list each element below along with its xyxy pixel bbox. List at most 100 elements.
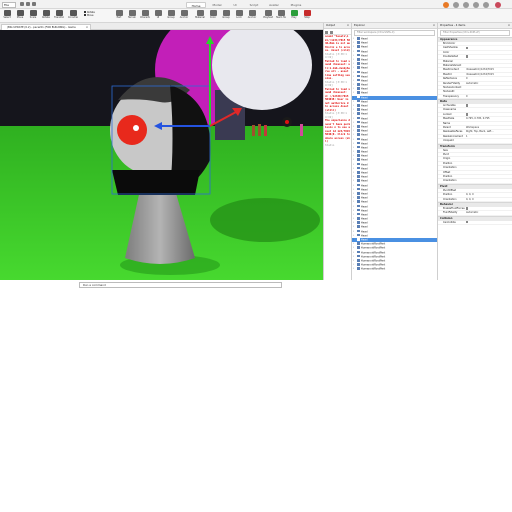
expand-chevron-icon[interactable]: › [353, 267, 354, 271]
property-checkbox[interactable] [466, 220, 469, 224]
transform-tool-button[interactable]: Transform [54, 10, 64, 22]
property-value[interactable] [466, 51, 512, 54]
property-name: ResizeIncrement [443, 134, 463, 138]
share-icon[interactable] [453, 1, 459, 8]
help-icon[interactable] [473, 1, 479, 8]
playtest-button[interactable]: Playtest [263, 10, 273, 22]
property-value[interactable]: 0 [466, 77, 512, 80]
property-value[interactable] [466, 42, 512, 45]
group-button[interactable]: Group [166, 10, 176, 22]
property-value[interactable]: 1 [466, 135, 512, 138]
property-checkbox[interactable] [466, 55, 469, 58]
property-value[interactable] [466, 113, 512, 116]
redo-icon[interactable] [26, 2, 30, 6]
property-value[interactable]: 0, 0, 0 [466, 198, 512, 201]
property-value[interactable]: Automatic [466, 211, 512, 214]
close-icon[interactable]: × [347, 23, 349, 29]
output-log-line: sound "Assets\i ml//1234/7015 5040-Hmm i… [325, 35, 350, 52]
property-value[interactable]: 0.795, 0.795, 0.795 [466, 117, 512, 120]
property-row[interactable]: CanCollide [438, 220, 512, 226]
property-value[interactable] [466, 162, 512, 165]
property-value[interactable] [466, 122, 512, 125]
tab-avatar[interactable]: Avatar [265, 2, 283, 8]
command-bar-input[interactable]: Run a command [79, 282, 282, 288]
property-value[interactable] [466, 104, 512, 107]
3d-viewport[interactable] [0, 30, 323, 280]
property-value[interactable] [466, 157, 512, 160]
clear-output-icon[interactable] [325, 30, 328, 34]
tab-plugins[interactable]: Plugins [285, 2, 307, 8]
scale-tool-button[interactable]: Scale [28, 10, 38, 22]
avatar[interactable] [495, 1, 501, 8]
meshpart-icon [357, 238, 360, 241]
property-value[interactable] [466, 86, 512, 89]
play-button[interactable]: Play [289, 10, 299, 22]
property-value[interactable]: rbxassetid://1234/7015 [466, 73, 512, 76]
property-value[interactable]: Right, Top, Back, Left... [466, 130, 512, 133]
snap-move-toggle[interactable]: Move [84, 14, 108, 17]
property-value[interactable] [466, 64, 512, 67]
select-tool-button[interactable]: Select [2, 10, 12, 22]
tab-home[interactable]: Home [186, 1, 206, 8]
property-name: Orientation [443, 179, 457, 183]
explorer-tree-item-label: Head [360, 49, 368, 53]
stop-button[interactable]: Stop [302, 10, 312, 22]
property-value[interactable] [466, 108, 512, 111]
anchor2-button[interactable]: Anchor [247, 10, 257, 22]
distant-figure [258, 124, 261, 136]
property-value[interactable] [466, 207, 512, 210]
property-value[interactable]: 0 [466, 95, 512, 98]
ui-button[interactable]: UI [153, 10, 163, 22]
color-button[interactable]: Color [208, 10, 218, 22]
constraints-tool-button[interactable]: Constraints [68, 10, 78, 22]
tab-script[interactable]: Script [245, 2, 263, 8]
property-value[interactable]: Workspace [466, 126, 512, 129]
property-value[interactable]: 0, 0, 0 [466, 193, 512, 196]
file-menu-button[interactable]: File [2, 1, 16, 8]
tab-ui[interactable]: UI [228, 2, 242, 8]
property-value[interactable] [466, 175, 512, 178]
property-value[interactable] [466, 179, 512, 182]
property-value[interactable] [466, 60, 512, 63]
property-checkbox[interactable] [466, 113, 469, 116]
property-value[interactable] [466, 189, 512, 192]
team-test-button[interactable]: Team Test [276, 10, 286, 22]
more-icon[interactable] [32, 2, 36, 6]
explorer-filter-input[interactable]: Filter workspace (Ctrl+Shift+X) [354, 30, 435, 36]
rotate-tool-button[interactable]: Rotate [41, 10, 51, 22]
property-checkbox[interactable] [466, 104, 469, 107]
lock-button[interactable]: Lock [234, 10, 244, 22]
property-value[interactable] [466, 171, 512, 174]
part-button[interactable]: Part [114, 10, 124, 22]
close-icon[interactable]: × [508, 23, 510, 29]
anchor-button[interactable]: Anchor [179, 10, 189, 22]
character-button[interactable]: Character [140, 10, 150, 22]
group2-button[interactable]: Group [221, 10, 231, 22]
close-icon[interactable]: × [433, 23, 435, 29]
property-value[interactable] [466, 139, 512, 142]
property-checkbox[interactable] [466, 46, 469, 50]
property-value[interactable] [466, 55, 512, 58]
undo-icon[interactable] [20, 2, 24, 6]
property-value[interactable] [466, 220, 512, 224]
material-button[interactable]: Material [195, 10, 205, 22]
output-log[interactable]: sound "Assets\i ml//1234/7015 5040-Hmm i… [324, 35, 351, 147]
collaborate-icon[interactable] [483, 1, 489, 8]
settings-icon[interactable] [463, 1, 469, 8]
explorer-tree-item[interactable]: › HumanoidRootPart [352, 267, 437, 271]
property-value[interactable] [466, 46, 512, 50]
property-value[interactable] [466, 153, 512, 156]
filter-output-icon[interactable] [330, 30, 333, 34]
notification-icon[interactable] [443, 1, 449, 8]
move-tool-button[interactable]: Move [15, 10, 25, 22]
property-checkbox[interactable] [466, 207, 469, 210]
terrain-button[interactable]: Terrain [127, 10, 137, 22]
tab-model[interactable]: Model [208, 2, 226, 8]
property-value[interactable]: Automatic [466, 82, 512, 85]
property-value[interactable] [466, 90, 512, 93]
property-value[interactable]: rbxassetid://1234/7015 [466, 68, 512, 71]
properties-filter-input[interactable]: Filter Properties (Ctrl+Shift+P) [440, 30, 510, 36]
property-value[interactable] [466, 166, 512, 169]
property-value[interactable] [466, 149, 512, 152]
property-name: Size [443, 148, 448, 152]
